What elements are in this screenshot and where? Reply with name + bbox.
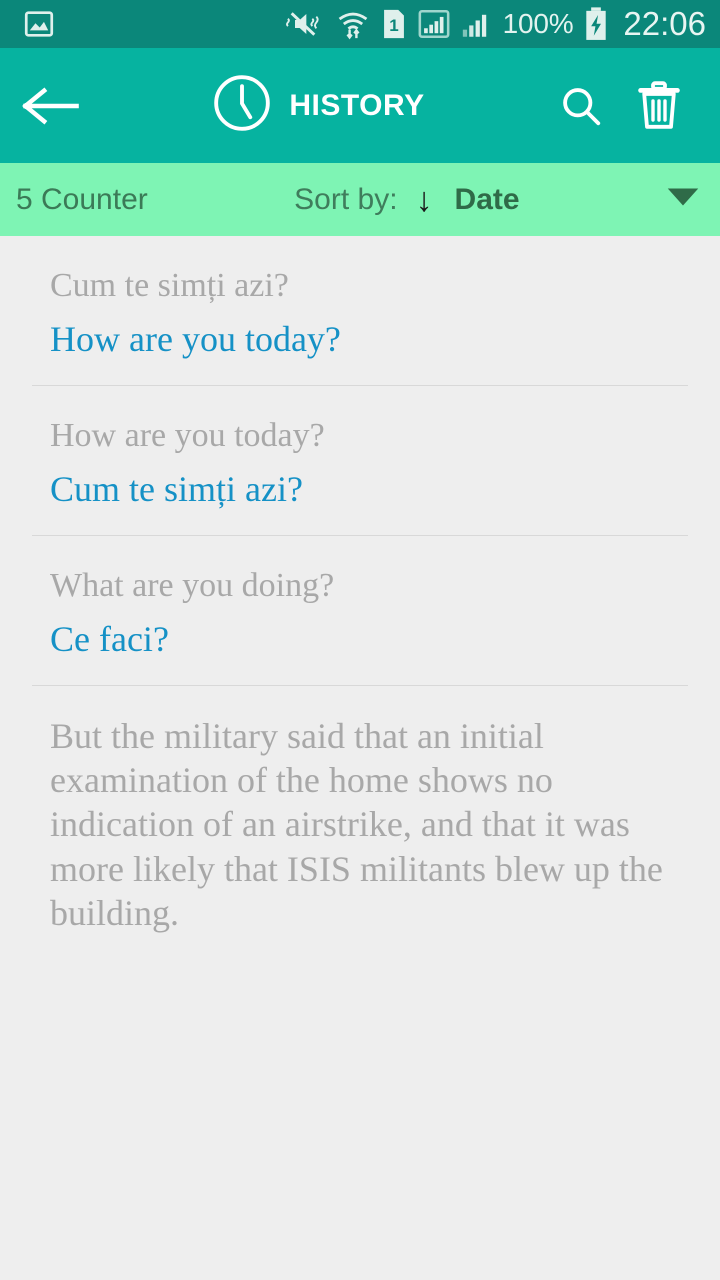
battery-percent-label: 100% — [502, 8, 574, 39]
status-bar: 1 100% 22:06 — [0, 0, 720, 48]
history-source-text: But the military said that an initial ex… — [50, 715, 663, 934]
counter-label: 5 Counter — [16, 182, 148, 216]
sim-one-icon: 1 — [381, 7, 407, 41]
sort-by-label: Sort by: — [294, 182, 398, 216]
search-button[interactable] — [542, 83, 620, 129]
signal-boxed-icon — [417, 7, 451, 41]
list-item[interactable]: But the military said that an initial ex… — [0, 686, 720, 957]
wifi-transfer-icon — [335, 7, 371, 41]
status-bar-clock: 22:06 — [623, 5, 706, 42]
page-title: HISTORY — [289, 88, 425, 122]
sort-control[interactable]: Sort by: ↓ Date — [148, 183, 666, 217]
list-item[interactable]: Cum te simți azi? How are you today? — [0, 236, 720, 385]
svg-text:1: 1 — [389, 16, 398, 35]
list-item[interactable]: What are you doing? Ce faci? — [0, 536, 720, 685]
sort-bar: 5 Counter Sort by: ↓ Date — [0, 163, 720, 236]
app-bar-title-group: HISTORY — [94, 72, 542, 139]
history-target-text: Cum te simți azi? — [50, 469, 303, 510]
sort-value-label: Date — [454, 182, 520, 216]
history-source-text: What are you doing? — [50, 566, 335, 604]
chevron-down-icon[interactable] — [666, 186, 700, 213]
history-screen: 1 100% 22:06 HISTORY 5 Counter Sort by: … — [0, 0, 720, 1280]
app-bar: HISTORY — [0, 48, 720, 163]
delete-all-button[interactable] — [620, 80, 698, 132]
history-source-text: How are you today? — [50, 416, 325, 454]
history-target-text: Ce faci? — [50, 619, 169, 660]
status-bar-left — [22, 7, 56, 41]
vibrate-mute-icon — [285, 7, 325, 41]
back-button[interactable] — [22, 85, 94, 127]
history-source-text: Cum te simți azi? — [50, 267, 289, 304]
status-bar-right: 1 100% 22:06 — [285, 5, 706, 43]
history-list[interactable]: Cum te simți azi? How are you today? How… — [0, 236, 720, 957]
sort-direction-icon[interactable]: ↓ — [416, 183, 433, 217]
clock-icon — [211, 72, 273, 139]
signal-bars-icon — [461, 7, 493, 41]
list-item[interactable]: How are you today? Cum te simți azi? — [0, 386, 720, 535]
battery-charging-icon — [583, 6, 609, 42]
gallery-image-icon — [22, 7, 56, 41]
history-target-text: How are you today? — [50, 319, 341, 360]
